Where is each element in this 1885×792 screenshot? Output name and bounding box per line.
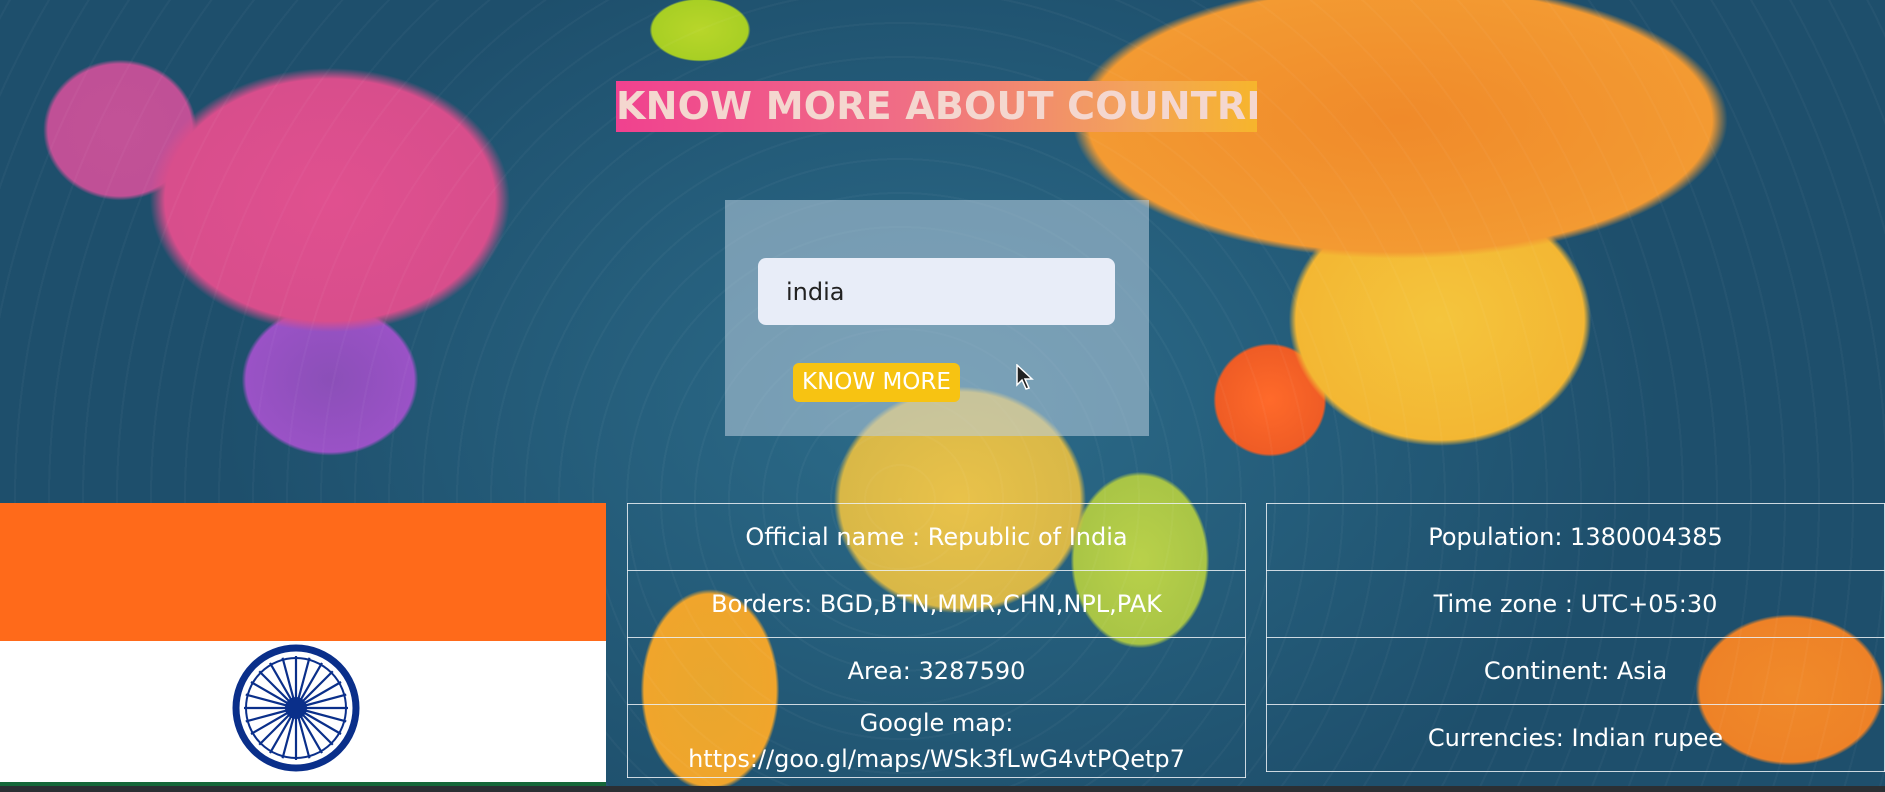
continent-cell: Continent: Asia bbox=[1266, 637, 1885, 705]
flag-saffron-band bbox=[0, 503, 606, 641]
page-title: KNOW MORE ABOUT COUNTRIES! bbox=[616, 81, 1257, 132]
bottom-bar bbox=[0, 786, 1885, 792]
currencies-cell: Currencies: Indian rupee bbox=[1266, 704, 1885, 772]
google-map-label: Google map: bbox=[859, 709, 1014, 737]
google-map-link[interactable]: https://goo.gl/maps/WSk3fLwG4vtPQetp7 bbox=[638, 741, 1235, 777]
country-info-table-right: Population: 1380004385 Time zone : UTC+0… bbox=[1266, 503, 1885, 772]
ashoka-chakra-icon bbox=[232, 644, 360, 772]
official-name-cell: Official name : Republic of India bbox=[627, 503, 1246, 571]
mouse-cursor-icon bbox=[1016, 364, 1034, 390]
country-search-input[interactable] bbox=[758, 258, 1115, 325]
area-cell: Area: 3287590 bbox=[627, 637, 1246, 705]
google-map-cell: Google map: https://goo.gl/maps/WSk3fLwG… bbox=[627, 704, 1246, 778]
population-cell: Population: 1380004385 bbox=[1266, 503, 1885, 571]
time-zone-cell: Time zone : UTC+05:30 bbox=[1266, 570, 1885, 638]
search-card: KNOW MORE bbox=[725, 200, 1149, 436]
country-info-table-left: Official name : Republic of India Border… bbox=[627, 503, 1246, 778]
know-more-button[interactable]: KNOW MORE bbox=[793, 363, 960, 402]
borders-cell: Borders: BGD,BTN,MMR,CHN,NPL,PAK bbox=[627, 570, 1246, 638]
